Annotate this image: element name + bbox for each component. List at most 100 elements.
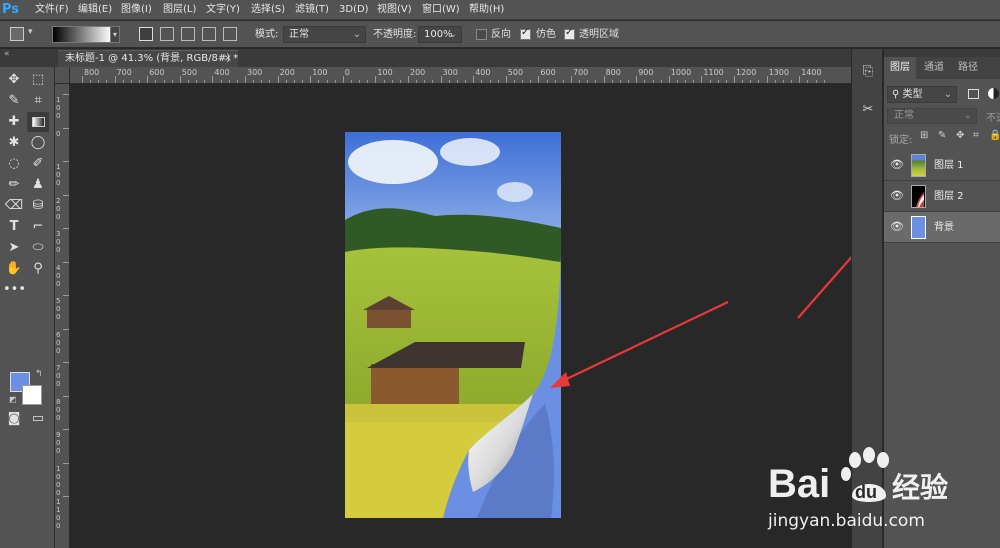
ruler-tick — [63, 462, 69, 464]
lock-position-icon[interactable]: ✥ — [956, 130, 964, 141]
chevron-down-icon: ⌄ — [963, 110, 972, 121]
annotation-arrows — [550, 230, 876, 388]
tab-layers[interactable]: 图层 — [884, 57, 916, 79]
menu-layer[interactable]: 图层(L) — [163, 0, 196, 20]
menu-3d[interactable]: 3D(D) — [339, 0, 369, 20]
more-tools-icon[interactable]: ••• — [3, 280, 26, 300]
quick-selection-tool-icon[interactable]: ◌ — [3, 154, 25, 174]
horizontal-ruler: 800 700 600 500 400 300 200 100 0 100 200 300 400 500… — [70, 67, 851, 84]
path-selection-tool-icon[interactable]: ➤ — [3, 238, 25, 258]
eraser-tool-icon[interactable]: ⌫ — [3, 196, 25, 216]
blend-mode-select[interactable]: 正常 ⌄ — [887, 108, 977, 124]
quick-mask-icon[interactable]: ◙ — [3, 409, 25, 429]
menu-type[interactable]: 文字(Y) — [206, 0, 240, 20]
menu-view[interactable]: 视图(V) — [377, 0, 412, 20]
dither-checkbox[interactable] — [520, 27, 531, 40]
ellipse-tool-icon[interactable]: ⬭ — [27, 238, 49, 258]
lock-pixels-icon[interactable]: ✎ — [938, 130, 946, 141]
gradient-preview[interactable] — [52, 26, 112, 43]
brush-tool-icon[interactable]: ✏ — [3, 175, 25, 195]
lock-all-icon[interactable]: 🔒 — [989, 130, 1000, 141]
ruler-label: 700 — [573, 68, 589, 77]
cloud — [440, 138, 500, 166]
ruler-tick — [538, 76, 540, 83]
transparency-checkbox[interactable] — [564, 27, 575, 40]
ruler-label: 400 — [214, 68, 230, 77]
screen-mode-icon[interactable]: ▭ — [27, 409, 49, 429]
collapse-icon[interactable]: « — [4, 49, 10, 59]
layer-row[interactable]: 👁 图层 2 — [884, 181, 1000, 212]
angle-gradient-button[interactable] — [181, 27, 195, 41]
ruler-label: 0 — [56, 129, 61, 138]
eyedropper-tool-icon[interactable]: ✎ — [3, 91, 25, 111]
layer-row[interactable]: 👁 图层 1 — [884, 150, 1000, 181]
gradient-picker-arrow[interactable]: ▾ — [110, 26, 120, 43]
menu-image[interactable]: 图像(I) — [121, 0, 152, 20]
radial-gradient-button[interactable] — [160, 27, 174, 41]
eye-icon[interactable]: 👁 — [890, 159, 904, 171]
paint-bucket-tool-icon[interactable]: ⛁ — [27, 196, 49, 216]
ruler-label: 1000 — [670, 68, 692, 77]
document-tab[interactable]: 未标题-1 @ 41.3% (背景, RGB/8#) * × — [58, 50, 238, 68]
lock-label: 锁定: — [889, 135, 913, 146]
zoom-tool-icon[interactable]: ⚲ — [27, 259, 49, 279]
ruler-label: 900 — [56, 431, 61, 455]
gradient-tool-icon[interactable] — [27, 112, 49, 132]
document-canvas[interactable] — [345, 132, 561, 518]
marquee-tool-icon[interactable]: ⬚ — [27, 70, 49, 90]
ruler-label: 1300 — [768, 68, 789, 77]
clone-stamp-tool-icon[interactable]: ♟ — [27, 175, 49, 195]
healing-brush-tool-icon[interactable]: ✚ — [3, 112, 25, 132]
ruler-label: 600 — [540, 68, 556, 77]
blend-mode-value: 正常 — [894, 110, 914, 121]
baidu-jingyan-logo: Bai du 经验 jingyan.baidu.com — [767, 447, 948, 531]
ruler-tick — [734, 76, 735, 83]
menu-help[interactable]: 帮助(H) — [469, 0, 504, 20]
swap-colors-icon[interactable]: ↰ — [35, 369, 43, 379]
menu-window[interactable]: 窗口(W) — [422, 0, 460, 20]
tool-presets-icon[interactable]: ✂ — [859, 101, 877, 119]
ruler-tick — [63, 429, 69, 430]
filter-kind-select[interactable]: ⚲ 类型 ⌄ — [887, 86, 957, 103]
watermark-brand: Bai — [768, 462, 830, 506]
menu-filter[interactable]: 滤镜(T) — [295, 0, 329, 20]
menu-select[interactable]: 选择(S) — [251, 0, 285, 20]
ruler-tick — [63, 94, 69, 95]
chevron-down-icon[interactable]: ▾ — [28, 27, 33, 37]
color-sampler-icon[interactable]: ✐ — [27, 154, 49, 174]
layer-row[interactable]: 👁 背景 — [884, 212, 1000, 243]
magic-wand-tool-icon[interactable]: ✱ — [3, 133, 25, 153]
hand-tool-icon[interactable]: ✋ — [3, 259, 25, 279]
background-color-swatch[interactable] — [22, 385, 42, 405]
linear-gradient-button[interactable] — [139, 27, 153, 41]
image-filter-icon[interactable] — [968, 89, 979, 99]
ruler-label: 1000 — [56, 464, 61, 497]
mode-select[interactable]: 正常 ⌄ — [283, 26, 366, 43]
history-icon[interactable]: ⎘ — [859, 63, 877, 81]
close-icon[interactable]: × — [224, 51, 232, 67]
reflected-gradient-button[interactable] — [202, 27, 216, 41]
tab-paths[interactable]: 路径 — [952, 57, 984, 79]
adjustment-filter-icon[interactable] — [988, 88, 999, 99]
pen-tool-icon[interactable]: ⌐ — [27, 217, 49, 237]
move-tool-icon[interactable]: ✥ — [3, 70, 25, 90]
opacity-field[interactable]: 100% ⌄ — [418, 26, 462, 43]
crop-tool-icon[interactable]: ⌗ — [27, 91, 49, 111]
eye-icon[interactable]: 👁 — [890, 221, 904, 233]
tool-preset-icon[interactable] — [10, 27, 24, 41]
reverse-checkbox[interactable] — [476, 29, 487, 40]
eye-icon[interactable]: 👁 — [890, 190, 904, 202]
menu-edit[interactable]: 编辑(E) — [78, 0, 112, 20]
layer-name: 图层 1 — [934, 160, 964, 171]
type-tool-icon[interactable]: T — [3, 217, 25, 237]
ruler-tick — [701, 76, 703, 83]
ruler-tick — [571, 76, 572, 83]
diamond-gradient-button[interactable] — [223, 27, 237, 41]
tab-channels[interactable]: 通道 — [918, 57, 950, 79]
default-colors-icon[interactable]: ◩ — [9, 395, 17, 404]
lock-artboard-icon[interactable]: ⌗ — [973, 130, 979, 141]
menu-file[interactable]: 文件(F) — [35, 0, 69, 20]
lock-transparent-icon[interactable]: ⊞ — [920, 130, 928, 141]
opacity-short-label: 不透 — [986, 113, 1000, 124]
lasso-tool-icon[interactable]: ◯ — [27, 133, 49, 153]
